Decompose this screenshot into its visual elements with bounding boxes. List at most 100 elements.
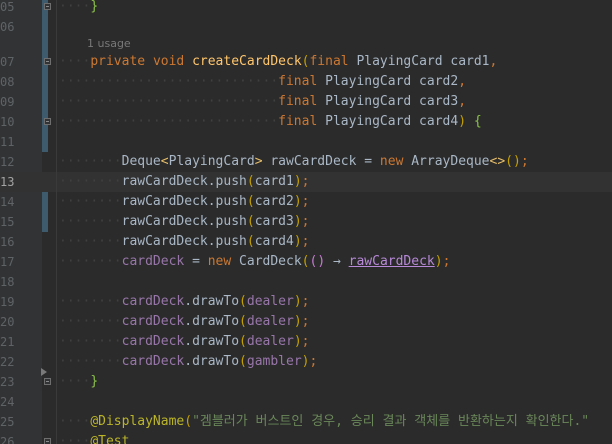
- parameter: card4: [419, 114, 459, 129]
- indent-guide: ····: [90, 294, 122, 309]
- indent-guide: ····: [90, 214, 122, 229]
- code-line[interactable]: ········cardDeck.drawTo(dealer);: [59, 332, 310, 352]
- paren: (: [184, 414, 193, 429]
- code-line[interactable]: ····@Test: [59, 432, 129, 444]
- gutter-arrow-icon[interactable]: [41, 368, 47, 376]
- generic-bracket: >: [254, 154, 263, 169]
- code-line[interactable]: ········rawCardDeck.push(card3);: [59, 212, 309, 232]
- fold-minus-icon[interactable]: [44, 118, 51, 125]
- comma: ,: [458, 74, 467, 89]
- local-variable: rawCardDeck: [270, 154, 357, 169]
- indent-guide: ····: [59, 414, 91, 429]
- type-name: PlayingCard: [356, 54, 443, 69]
- comma: ,: [458, 94, 467, 109]
- code-line[interactable]: ····}: [59, 0, 98, 17]
- code-line[interactable]: ····}: [59, 372, 98, 392]
- indent-guide: ····························: [59, 114, 279, 129]
- field-name: dealer: [246, 294, 294, 309]
- captured-variable-link[interactable]: rawCardDeck: [349, 254, 435, 269]
- indent-guide: ····: [90, 334, 122, 349]
- type-name: Deque: [121, 154, 161, 169]
- line-number: 21: [0, 335, 15, 349]
- parameter: card1: [254, 174, 294, 189]
- code-line[interactable]: ········cardDeck.drawTo(dealer);: [59, 292, 310, 312]
- semicolon: ;: [301, 314, 310, 329]
- indent-guide: ····: [59, 194, 91, 209]
- parameter: card3: [419, 94, 459, 109]
- vcs-change-marker[interactable]: [42, 0, 48, 152]
- line-number: 20: [0, 315, 15, 329]
- gutter-separator: [56, 0, 57, 444]
- semicolon: ;: [442, 254, 451, 269]
- fold-minus-icon[interactable]: [44, 378, 51, 385]
- paren: (: [246, 234, 255, 249]
- type-name: PlayingCard: [325, 94, 412, 109]
- paren: (: [239, 294, 247, 309]
- method-call: .push: [207, 174, 247, 189]
- type-name: ArrayDeque: [411, 154, 490, 169]
- indent-guide: ····: [59, 54, 91, 69]
- line-number: 24: [0, 395, 15, 409]
- code-line[interactable]: ········rawCardDeck.push(card2);: [59, 192, 309, 212]
- code-line-current[interactable]: ········rawCardDeck.push(card1);: [59, 172, 309, 192]
- paren: (: [246, 194, 255, 209]
- semicolon: ;: [301, 294, 310, 309]
- code-line[interactable]: ····························final Playin…: [59, 112, 482, 132]
- fold-minus-icon[interactable]: [44, 3, 51, 10]
- close-brace: }: [90, 374, 99, 389]
- indent-guide: ····: [59, 334, 91, 349]
- indent-guide: ····: [90, 354, 122, 369]
- method-call: .drawTo: [184, 294, 240, 309]
- field-name: cardDeck: [121, 254, 185, 269]
- field-name: gambler: [246, 354, 302, 369]
- fold-minus-icon[interactable]: [44, 438, 51, 444]
- type-name: CardDeck: [239, 254, 302, 269]
- line-number: 05: [0, 0, 15, 14]
- indent-guide: ····: [59, 314, 91, 329]
- line-number: 16: [0, 235, 15, 249]
- code-line[interactable]: ····@DisplayName("겜블러가 버스트인 경우, 승리 결과 객체…: [59, 412, 589, 432]
- code-line[interactable]: ····private void createCardDeck(final Pl…: [59, 52, 497, 72]
- code-line[interactable]: ········cardDeck.drawTo(gambler);: [59, 352, 317, 372]
- local-variable: rawCardDeck: [121, 174, 208, 189]
- paren: (: [239, 354, 247, 369]
- method-call: .push: [207, 194, 247, 209]
- code-line[interactable]: ········cardDeck = new CardDeck(() → raw…: [59, 252, 450, 272]
- fold-minus-icon[interactable]: [44, 58, 51, 65]
- operator: =: [192, 254, 200, 269]
- semicolon: ;: [309, 354, 318, 369]
- code-line[interactable]: ········cardDeck.drawTo(dealer);: [59, 312, 310, 332]
- semicolon: ;: [520, 154, 529, 169]
- parameter: card4: [254, 234, 294, 249]
- paren: ): [301, 354, 310, 369]
- code-line[interactable]: ········rawCardDeck.push(card4);: [59, 232, 309, 252]
- paren: ): [293, 294, 302, 309]
- local-variable: rawCardDeck: [121, 214, 208, 229]
- line-number: 25: [0, 415, 15, 429]
- semicolon: ;: [301, 194, 310, 209]
- indent-guide: ····: [59, 214, 91, 229]
- paren: ): [293, 194, 302, 209]
- code-line[interactable]: ····························final Playin…: [59, 92, 466, 112]
- paren: ): [293, 234, 302, 249]
- parameter: card3: [254, 214, 294, 229]
- method-call: .drawTo: [184, 334, 240, 349]
- paren: ): [293, 214, 302, 229]
- keyword-private: private: [90, 54, 146, 69]
- indent-guide: ····: [59, 154, 91, 169]
- code-editor[interactable]: 05 06 07 08 09 10 11 12 13 14 15 16 17 1…: [0, 0, 612, 444]
- indent-guide: ····: [90, 154, 122, 169]
- code-line[interactable]: ····························final Playin…: [59, 72, 466, 92]
- diamond-operator: <>: [489, 154, 506, 169]
- keyword-void: void: [152, 54, 185, 69]
- field-name: cardDeck: [121, 294, 185, 309]
- paren: ): [293, 174, 302, 189]
- local-variable: rawCardDeck: [121, 234, 208, 249]
- line-number: 10: [0, 115, 15, 129]
- method-name: createCardDeck: [192, 54, 302, 69]
- field-name: cardDeck: [121, 334, 185, 349]
- indent-guide: ····························: [59, 94, 279, 109]
- keyword-new: new: [207, 254, 232, 269]
- code-line[interactable]: ········Deque<PlayingCard> rawCardDeck =…: [59, 152, 529, 172]
- usage-hint[interactable]: 1 usage: [87, 34, 131, 54]
